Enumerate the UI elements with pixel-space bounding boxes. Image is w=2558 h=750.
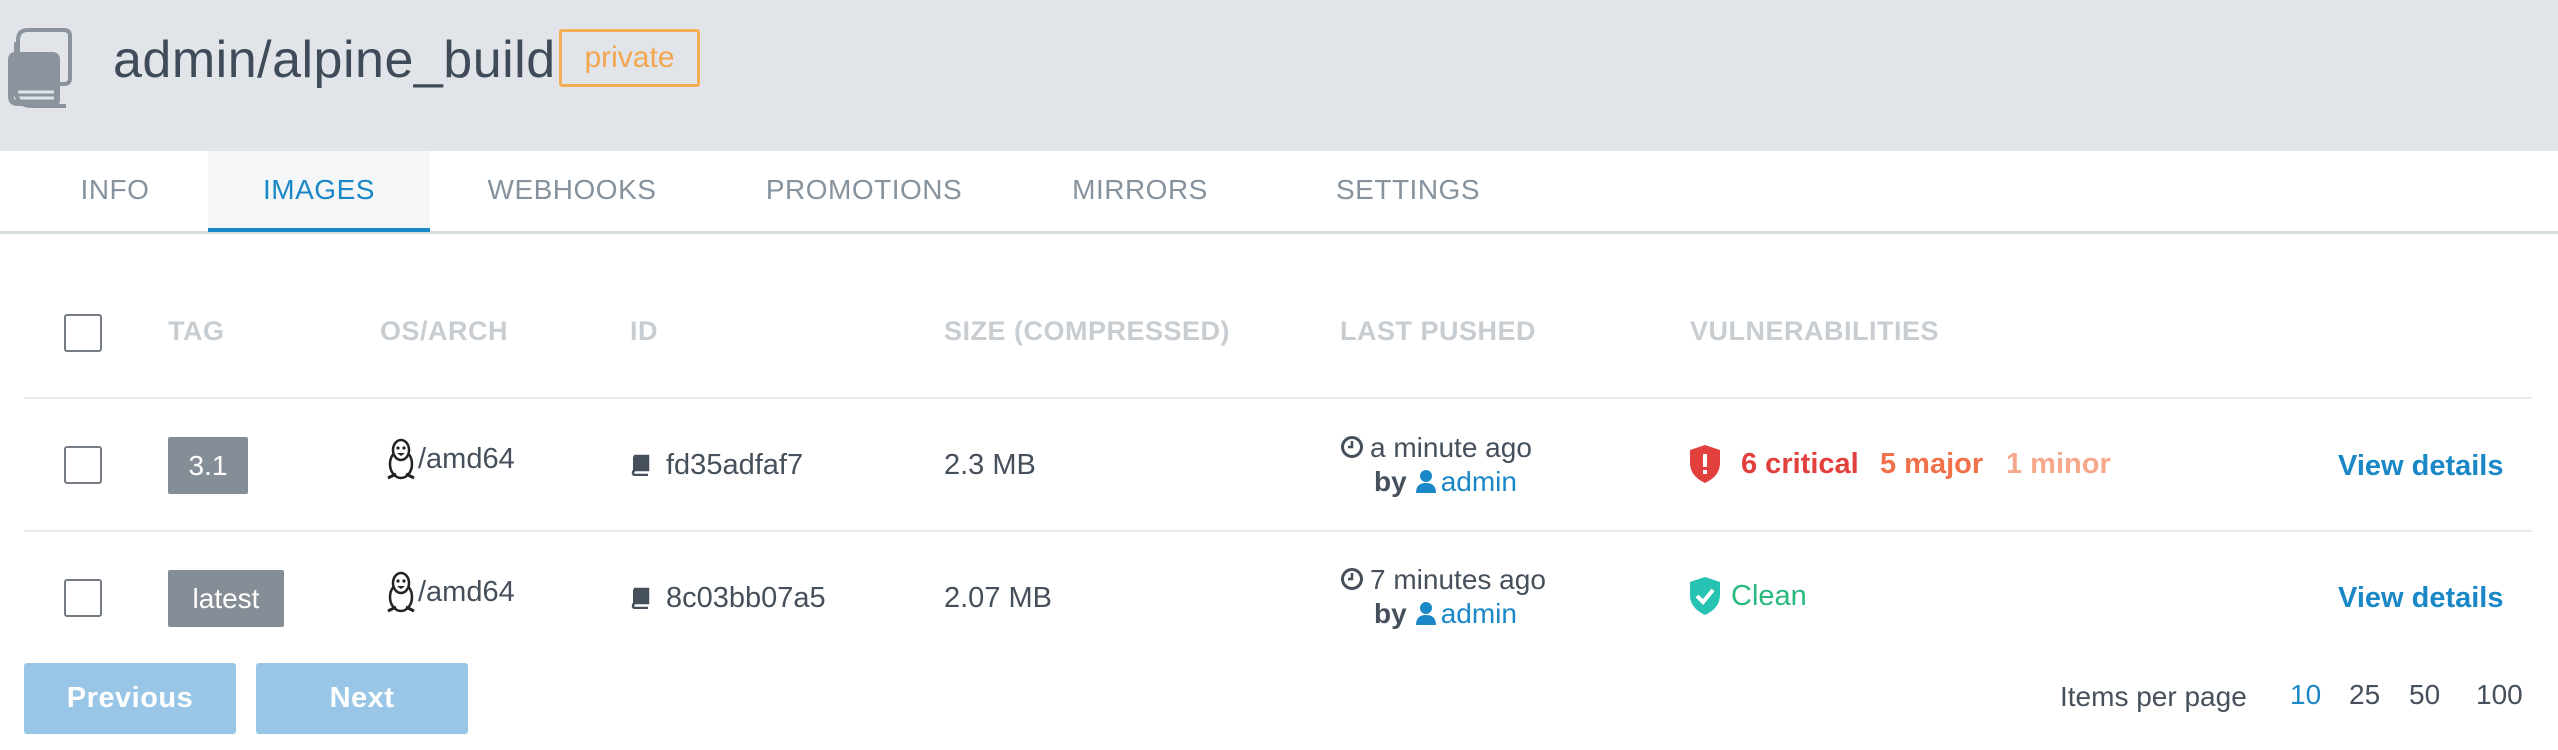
- tab-webhooks[interactable]: WEBHOOKS: [472, 151, 672, 231]
- pushed-time-label: 7 minutes ago: [1370, 564, 1546, 595]
- user-link[interactable]: admin: [1441, 598, 1517, 629]
- repository-icon: [8, 28, 72, 108]
- image-id-cell[interactable]: fd35adfaf7: [630, 449, 803, 482]
- items-per-page-100[interactable]: 100: [2476, 679, 2523, 711]
- repo-header: admin/alpine_build private: [0, 0, 2558, 151]
- tab-info[interactable]: INFO: [52, 151, 178, 231]
- vuln-status-clean: Clean: [1731, 580, 1807, 612]
- items-per-page-label: Items per page: [2060, 681, 2247, 712]
- row-checkbox[interactable]: [64, 446, 102, 484]
- tab-settings[interactable]: SETTINGS: [1310, 151, 1506, 231]
- tab-images[interactable]: IMAGES: [208, 151, 430, 232]
- linux-icon: [387, 571, 415, 613]
- tab-mirrors[interactable]: MIRRORS: [1064, 151, 1216, 231]
- by-label: by: [1374, 466, 1407, 497]
- user-icon: [1415, 602, 1436, 625]
- pushed-time-label: a minute ago: [1370, 432, 1532, 463]
- view-details-link[interactable]: View details: [2338, 450, 2504, 483]
- tag-badge: latest: [168, 570, 284, 627]
- column-header-os-arch[interactable]: OS/ARCH: [380, 316, 508, 347]
- last-pushed-time: 7 minutes ago: [1340, 564, 1546, 596]
- repo-tabs: INFO IMAGES WEBHOOKS PROMOTIONS MIRRORS …: [0, 151, 2558, 234]
- column-header-last-pushed[interactable]: LAST PUSHED: [1340, 316, 1536, 347]
- items-per-page-10[interactable]: 10: [2290, 679, 2321, 711]
- last-pushed-time: a minute ago: [1340, 432, 1532, 464]
- arch-label: /amd64: [418, 576, 515, 608]
- clock-icon: [1341, 568, 1363, 590]
- tab-promotions[interactable]: PROMOTIONS: [754, 151, 974, 231]
- image-id-icon: [631, 587, 650, 609]
- column-header-size[interactable]: SIZE (COMPRESSED): [944, 316, 1230, 347]
- arch-label: /amd64: [418, 443, 515, 475]
- vuln-critical: 6 critical: [1741, 448, 1859, 480]
- column-header-id[interactable]: ID: [630, 316, 658, 347]
- repo-title: admin/alpine_build: [113, 31, 556, 89]
- row-checkbox[interactable]: [64, 579, 102, 617]
- image-id: fd35adfaf7: [666, 449, 804, 481]
- row-divider: [24, 530, 2532, 532]
- os-arch-cell: /amd64: [384, 438, 515, 480]
- image-id: 8c03bb07a5: [666, 582, 826, 614]
- vuln-minor: 1 minor: [2006, 448, 2111, 480]
- previous-button[interactable]: Previous: [24, 663, 236, 734]
- select-all-checkbox[interactable]: [64, 314, 102, 352]
- os-arch-cell: /amd64: [384, 571, 515, 613]
- column-header-tag[interactable]: TAG: [168, 316, 225, 347]
- row-divider: [24, 397, 2532, 399]
- image-id-cell[interactable]: 8c03bb07a5: [630, 582, 826, 615]
- shield-check-icon: [1690, 577, 1720, 615]
- tag-badge: 3.1: [168, 437, 248, 494]
- visibility-badge: private: [559, 29, 700, 87]
- next-button[interactable]: Next: [256, 663, 468, 734]
- pushed-by: by admin: [1374, 598, 1517, 630]
- user-icon: [1415, 470, 1436, 493]
- view-details-link[interactable]: View details: [2338, 582, 2504, 615]
- by-label: by: [1374, 598, 1407, 629]
- items-per-page-25[interactable]: 25: [2349, 679, 2380, 711]
- column-header-vulnerabilities[interactable]: VULNERABILITIES: [1690, 316, 1939, 347]
- linux-icon: [387, 438, 415, 480]
- shield-alert-icon: [1690, 445, 1720, 483]
- vuln-major: 5 major: [1880, 448, 1984, 480]
- size-cell: 2.07 MB: [944, 582, 1052, 614]
- image-id-icon: [631, 454, 650, 476]
- user-link[interactable]: admin: [1441, 466, 1517, 497]
- clock-icon: [1341, 436, 1363, 458]
- items-per-page-50[interactable]: 50: [2409, 679, 2440, 711]
- size-cell: 2.3 MB: [944, 449, 1036, 481]
- pushed-by: by admin: [1374, 466, 1517, 498]
